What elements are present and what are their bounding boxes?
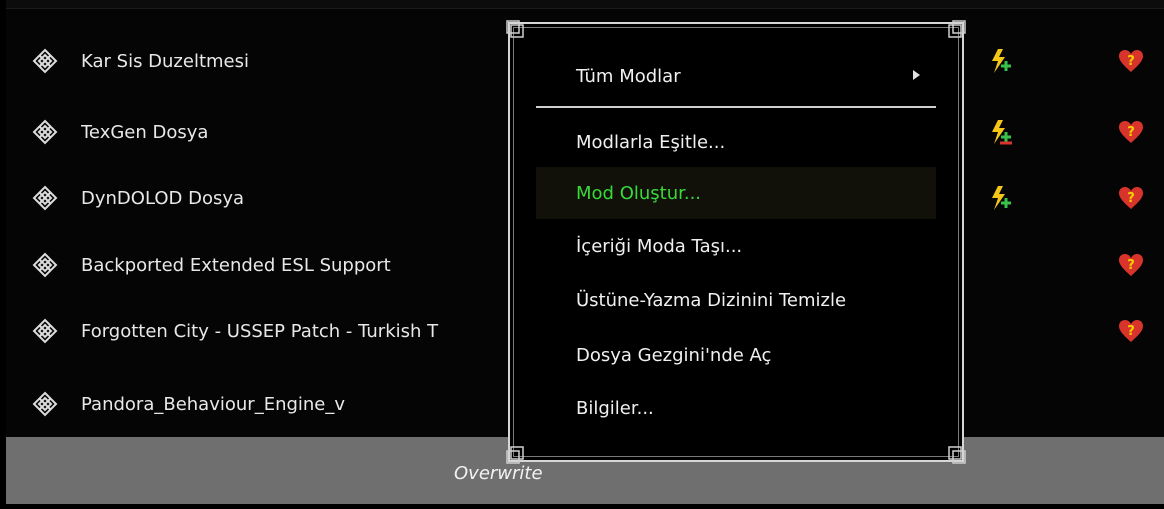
menu-item-clear-overwrite[interactable]: Üstüne-Yazma Dizinini Temizle: [536, 274, 936, 326]
mod-name: Forgotten City - USSEP Patch - Turkish T: [81, 320, 439, 342]
mod-organizer-window: Kar Sis Duzeltmesi ? TexGen Dosya ? DynD…: [0, 0, 1164, 509]
menu-item-label: Bilgiler...: [576, 397, 654, 419]
mod-knot-icon: [32, 318, 58, 344]
overwrite-label: Overwrite: [454, 463, 543, 484]
menu-item-info[interactable]: Bilgiler...: [536, 382, 936, 434]
mod-knot-icon: [32, 185, 58, 211]
menu-item-all-mods[interactable]: Tüm Modlar: [536, 50, 936, 102]
warning-heart-icon[interactable]: ?: [1118, 119, 1144, 145]
plugin-lightning-plus-red-icon: [992, 120, 1012, 145]
plugin-lightning-plus-icon: [992, 186, 1011, 210]
svg-text:?: ?: [1127, 125, 1135, 140]
svg-text:?: ?: [1127, 258, 1135, 273]
svg-text:?: ?: [1127, 324, 1135, 339]
mod-name: Kar Sis Duzeltmesi: [81, 50, 250, 72]
mod-knot-icon: [32, 119, 58, 145]
bottom-edge: [0, 504, 1164, 509]
menu-item-sync-mods[interactable]: Modlarla Eşitle...: [536, 116, 936, 168]
mod-name: Backported Extended ESL Support: [81, 254, 391, 276]
mod-knot-icon: [32, 252, 58, 278]
mod-name: Pandora_Behaviour_Engine_v: [81, 393, 346, 415]
corner-ornament-icon: [506, 446, 524, 464]
menu-item-move-content[interactable]: İçeriği Moda Taşı...: [536, 220, 936, 272]
mod-name: DynDOLOD Dosya: [81, 187, 245, 209]
corner-ornament-icon: [948, 446, 966, 464]
plugin-lightning-plus-icon: [992, 49, 1011, 73]
warning-heart-icon[interactable]: ?: [1118, 48, 1144, 74]
submenu-arrow-icon: [913, 70, 920, 80]
mod-knot-icon: [32, 391, 58, 417]
warning-heart-icon[interactable]: ?: [1118, 252, 1144, 278]
menu-item-label: Dosya Gezgini'nde Aç: [576, 344, 772, 366]
partial-row-top: [6, 0, 1164, 9]
svg-text:?: ?: [1127, 54, 1135, 69]
mod-name: TexGen Dosya: [81, 121, 209, 143]
menu-separator: [536, 106, 936, 108]
corner-ornament-icon: [506, 20, 524, 38]
svg-text:?: ?: [1127, 191, 1135, 206]
warning-heart-icon[interactable]: ?: [1118, 185, 1144, 211]
menu-item-label: İçeriği Moda Taşı...: [576, 235, 743, 257]
menu-item-open-explorer[interactable]: Dosya Gezgini'nde Aç: [536, 329, 936, 381]
menu-item-label: Modlarla Eşitle...: [576, 131, 726, 153]
menu-item-create-mod[interactable]: Mod Oluştur...: [536, 167, 936, 219]
context-menu: Tüm Modlar Modlarla Eşitle... Mod Oluştu…: [506, 20, 966, 464]
warning-heart-icon[interactable]: ?: [1118, 318, 1144, 344]
mod-knot-icon: [32, 48, 58, 74]
menu-item-label: Tüm Modlar: [576, 65, 681, 87]
menu-item-label: Üstüne-Yazma Dizinini Temizle: [576, 289, 847, 311]
menu-item-label: Mod Oluştur...: [576, 182, 702, 204]
corner-ornament-icon: [948, 20, 966, 38]
